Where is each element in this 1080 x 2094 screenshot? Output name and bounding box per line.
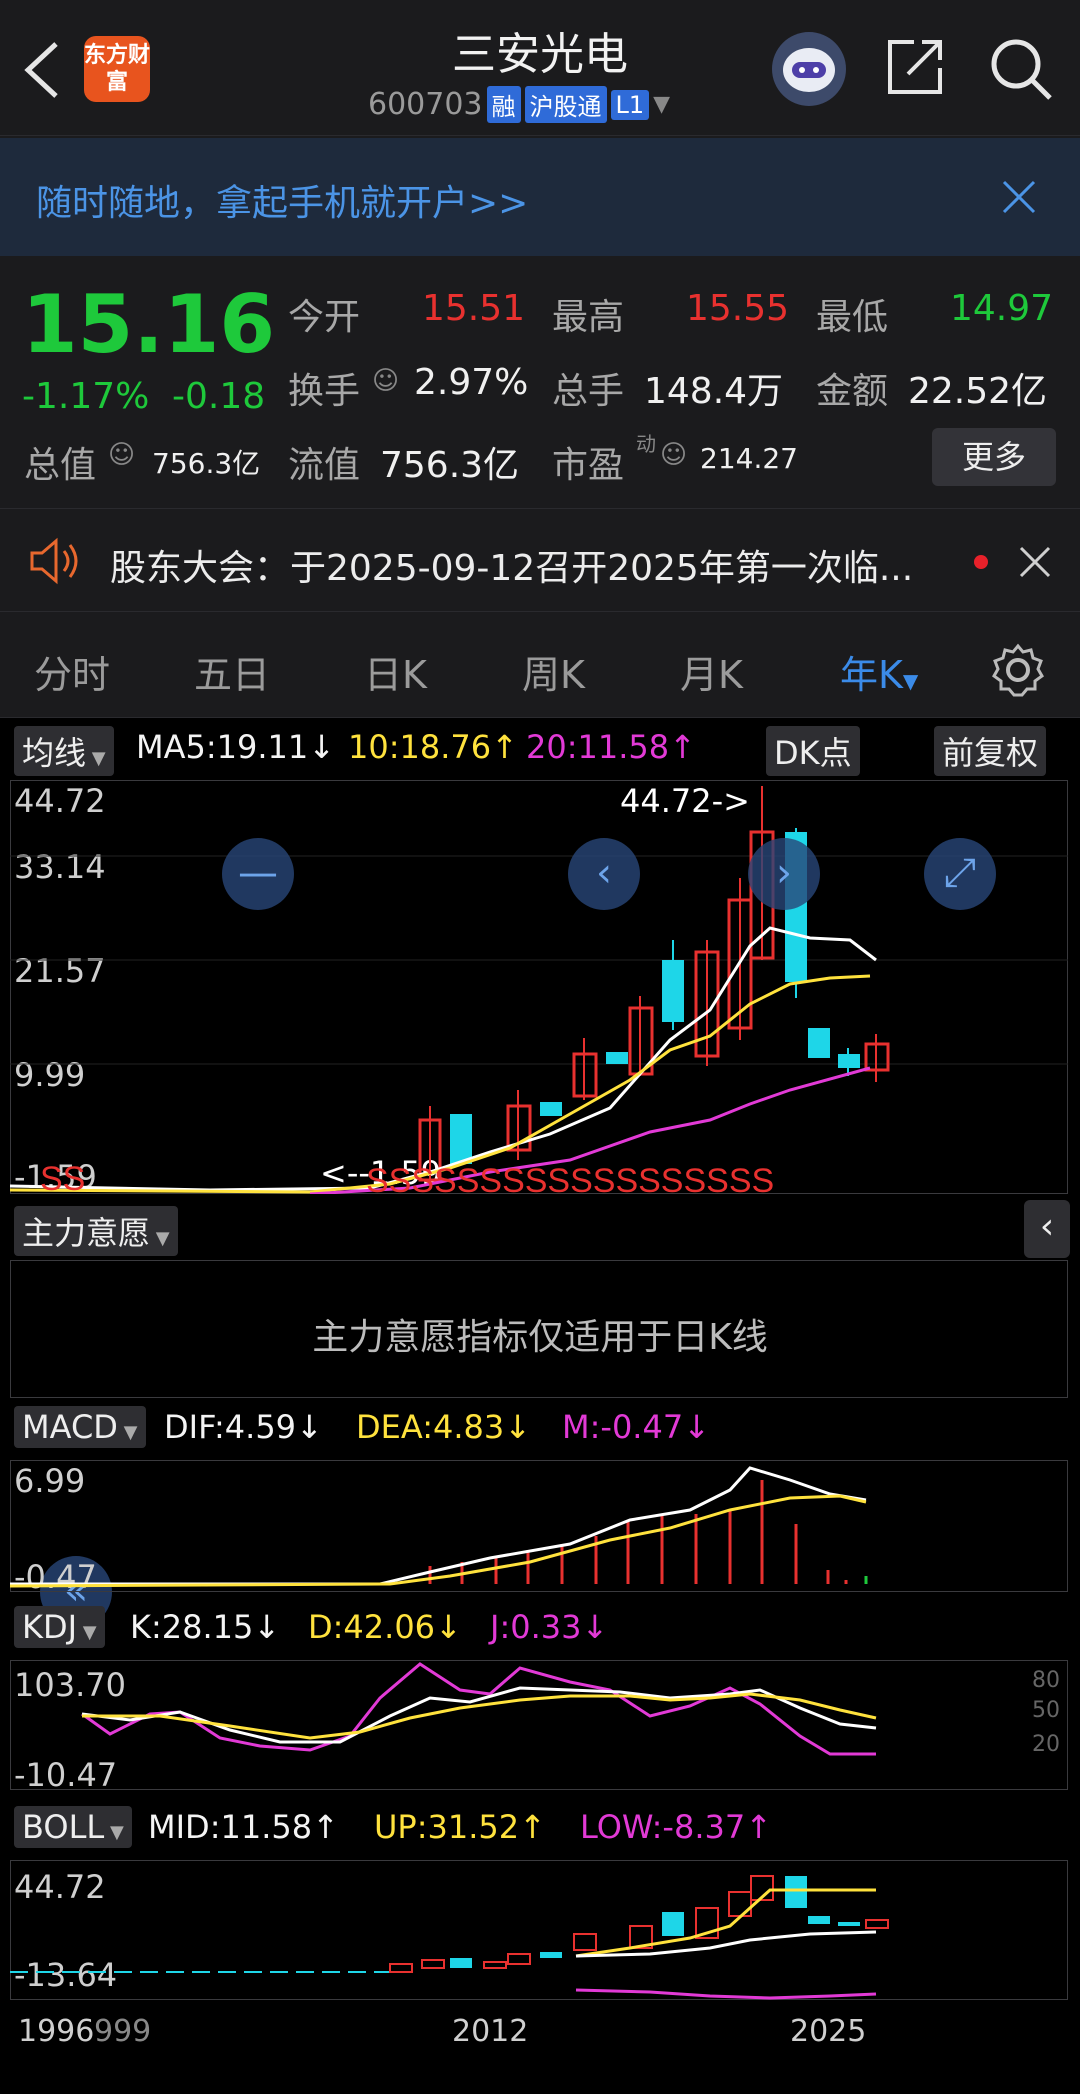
svg-text:SS: SS — [40, 1160, 85, 1194]
tag-connect: 沪股通 — [524, 86, 607, 123]
tab-five-day[interactable]: 五日 — [194, 644, 270, 699]
x-label: 2012 — [452, 2014, 529, 2049]
amount-label: 金额 — [816, 371, 889, 412]
pe-dynamic-sup: 动 — [636, 432, 656, 456]
more-button[interactable]: 更多 — [932, 428, 1056, 486]
scroll-right-icon[interactable]: › — [748, 838, 820, 910]
amount-value: 22.52亿 — [908, 371, 1048, 412]
kdj-d: D:42.06↓ — [308, 1608, 462, 1646]
tag-level: L1 — [610, 89, 650, 120]
turnover-value: 2.97% — [414, 362, 529, 403]
x-label: 999 — [94, 2014, 152, 2049]
zhuli-selector[interactable]: 主力意愿 ▼ — [14, 1206, 178, 1256]
gear-icon[interactable] — [990, 642, 1046, 698]
tab-intraday[interactable]: 分时 — [34, 644, 110, 699]
boll-selector-label: BOLL — [22, 1808, 105, 1846]
zhuli-message: 主力意愿指标仅适用于日K线 — [312, 1317, 768, 1358]
macd-dea: DEA:4.83↓ — [356, 1408, 532, 1446]
top-header: 东方财富 三安光电 600703 融 沪股通 L1 ▼ — [0, 0, 1080, 136]
open-account-banner[interactable]: 随时随地，拿起手机就开户>> — [0, 138, 1080, 256]
x-label: 1996 — [18, 2014, 95, 2049]
volume-label: 总手 — [552, 371, 625, 412]
notice-text: 股东大会：于2025-09-12召开2025年第一次临... — [110, 548, 914, 589]
change-amount: -0.18 — [172, 376, 266, 417]
close-icon[interactable] — [1000, 178, 1038, 216]
high-label: 最高 — [552, 297, 625, 338]
volume-value: 148.4万 — [644, 371, 784, 412]
notice-bar[interactable]: 股东大会：于2025-09-12召开2025年第一次临... — [0, 508, 1080, 612]
tab-monthly-k[interactable]: 月K — [680, 644, 743, 699]
float-label: 流值 — [288, 445, 361, 486]
tab-yearly-k-label: 年K — [840, 653, 903, 697]
boll-selector[interactable]: BOLL ▼ — [14, 1806, 132, 1848]
open-value: 15.51 — [422, 288, 526, 329]
low-label: 最低 — [816, 297, 889, 338]
info-icon[interactable]: ☺ — [660, 440, 687, 470]
stock-subline[interactable]: 600703 融 沪股通 L1 ▼ — [368, 86, 670, 123]
high-value: 15.55 — [686, 288, 790, 329]
scroll-left-icon[interactable]: ‹ — [568, 838, 640, 910]
search-icon[interactable] — [988, 36, 1054, 102]
chevron-down-icon: ▼ — [653, 92, 671, 117]
kdj-selector[interactable]: KDJ ▼ — [14, 1606, 105, 1648]
tag-margin: 融 — [486, 86, 521, 123]
current-price: 15.16 — [22, 278, 276, 371]
macd-m: M:-0.47↓ — [562, 1408, 710, 1446]
dk-point-button[interactable]: DK点 — [766, 726, 860, 776]
macd-chart — [10, 1466, 868, 1588]
tab-weekly-k[interactable]: 周K — [522, 644, 585, 699]
kdj-k: K:28.15↓ — [130, 1608, 281, 1646]
mktcap-label: 总值 — [24, 445, 97, 486]
macd-selector-label: MACD — [22, 1408, 118, 1446]
candles — [418, 786, 890, 1182]
tab-yearly-k[interactable]: 年K▼ — [840, 644, 918, 699]
ma-selector-label: 均线 — [22, 734, 87, 772]
ma10-value: 10:18.76↑ — [348, 728, 518, 766]
info-icon[interactable]: ☺ — [108, 440, 135, 470]
open-label: 今开 — [288, 297, 361, 338]
float-value: 756.3亿 — [380, 445, 520, 486]
tab-daily-k[interactable]: 日K — [364, 644, 427, 699]
mktcap-value: 756.3亿 — [152, 447, 261, 480]
dk-point-label: DK点 — [774, 734, 852, 772]
kdj-j: J:0.33↓ — [490, 1608, 609, 1646]
chart-area[interactable]: 均线 ▼ MA5:19.11↓ 10:18.76↑ 20:11.58↑ DK点 … — [0, 718, 1080, 2094]
boll-chart — [10, 1875, 889, 2000]
boll-mid: MID:11.58↑ — [148, 1808, 339, 1846]
boll-low: LOW:-8.37↑ — [580, 1808, 773, 1846]
zoom-out-icon[interactable]: — — [222, 838, 294, 910]
speaker-icon — [30, 537, 78, 585]
low-value: 14.97 — [950, 288, 1054, 329]
kdj-selector-label: KDJ — [22, 1608, 78, 1646]
stock-code: 600703 — [368, 87, 483, 122]
unread-dot — [974, 555, 988, 569]
pe-value: 214.27 — [700, 442, 798, 475]
info-icon[interactable]: ☺ — [372, 366, 399, 396]
ma20-value: 20:11.58↑ — [526, 728, 696, 766]
banner-text: 随时随地，拿起手机就开户>> — [36, 183, 529, 224]
assistant-avatar-icon[interactable] — [772, 32, 846, 106]
caret-down-icon: ▼ — [902, 669, 919, 693]
close-icon[interactable] — [1018, 545, 1052, 579]
macd-dif: DIF:4.59↓ — [164, 1408, 323, 1446]
share-icon[interactable] — [884, 36, 946, 98]
quote-panel: 15.16 -1.17% -0.18 今开 15.51 最高 15.55 最低 … — [0, 258, 1080, 506]
zhuli-selector-label: 主力意愿 — [22, 1214, 151, 1252]
ma-selector[interactable]: 均线 ▼ — [14, 726, 114, 776]
change-percent: -1.17% — [22, 376, 150, 417]
kline-chart: SS SSSSSSSSSSSSSSSSSS — [10, 786, 1068, 1194]
fullscreen-icon[interactable]: ⤢ — [924, 838, 996, 910]
forward-adjust-button[interactable]: 前复权 — [934, 726, 1047, 776]
pe-label: 市盈 — [552, 445, 625, 486]
macd-selector[interactable]: MACD ▼ — [14, 1406, 146, 1448]
kdj-chart — [81, 1662, 877, 1756]
collapse-icon[interactable]: ‹ — [1024, 1200, 1070, 1258]
x-label: 2025 — [790, 2014, 867, 2049]
ma5-value: MA5:19.11↓ — [136, 728, 336, 766]
turnover-label: 换手 — [288, 371, 361, 412]
svg-text:SSSSSSSSSSSSSSSSSS: SSSSSSSSSSSSSSSSSS — [366, 1162, 774, 1194]
boll-up: UP:31.52↑ — [374, 1808, 546, 1846]
period-tabs: 分时 五日 日K 周K 月K 年K▼ — [0, 614, 1080, 718]
